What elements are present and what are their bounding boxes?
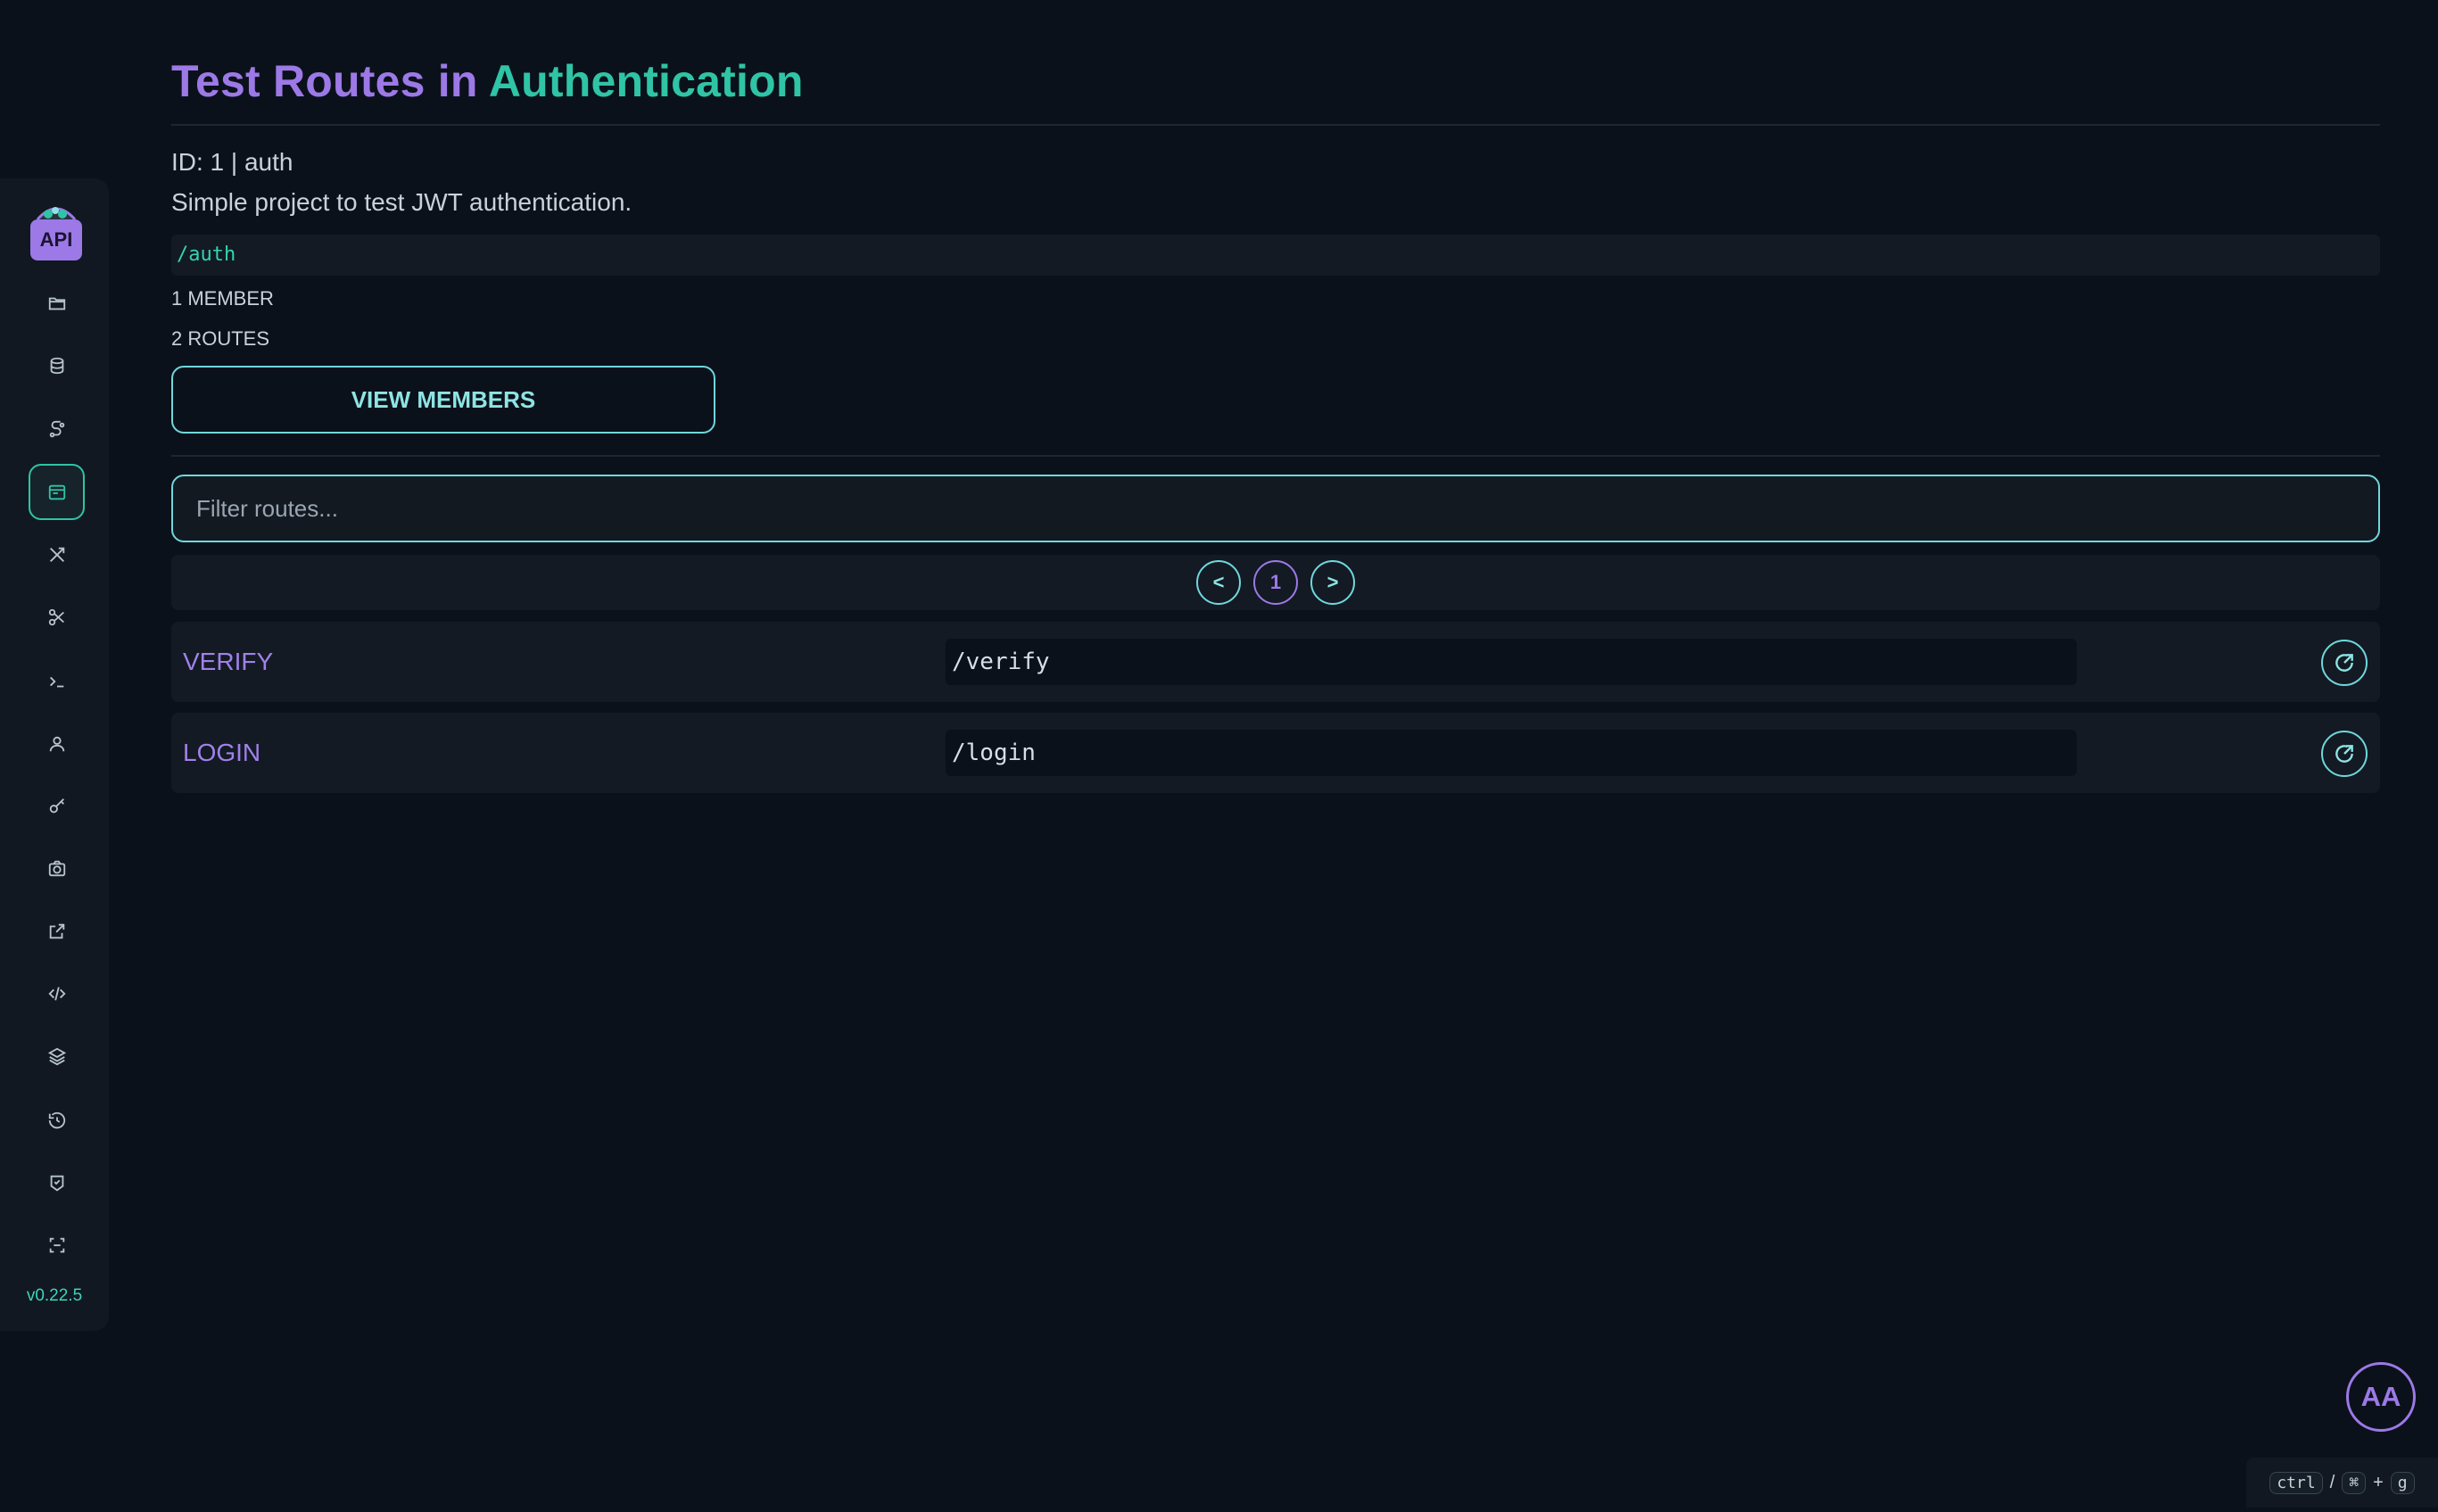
window-icon: [48, 484, 65, 500]
open-route-button[interactable]: [2321, 731, 2368, 777]
route-count: 2 ROUTES: [171, 327, 270, 350]
project-id: ID: 1 | auth: [171, 148, 293, 176]
sidebar-item-scan[interactable]: [29, 1217, 85, 1273]
sidebar-item-routes[interactable]: [29, 401, 85, 458]
folder-icon: [48, 297, 65, 310]
member-count: 1 MEMBER: [171, 287, 274, 310]
code-icon: [47, 986, 66, 1001]
sidebar-item-layers[interactable]: [29, 1028, 85, 1084]
tools-icon: [49, 547, 64, 562]
g-key: g: [2390, 1471, 2415, 1494]
prev-page-button[interactable]: <: [1196, 560, 1241, 605]
sidebar-item-cut[interactable]: [29, 589, 85, 645]
sidebar-item-projects[interactable]: [29, 275, 85, 331]
external-link-icon: [49, 923, 64, 938]
app-logo[interactable]: API: [30, 202, 82, 260]
project-description: Simple project to test JWT authenticatio…: [171, 188, 632, 216]
filter-routes-input[interactable]: [171, 475, 2380, 542]
terminal-icon: [49, 676, 63, 687]
user-icon: [49, 736, 64, 751]
shortcut-separator: /: [2329, 1472, 2335, 1492]
sidebar-item-terminal[interactable]: [29, 653, 85, 709]
route-name: VERIFY: [183, 648, 274, 675]
shortcut-hint: ctrl / ⌘ + g: [2246, 1458, 2438, 1508]
sidebar: API v0.22.5: [0, 178, 109, 1331]
route-path: /verify: [946, 639, 2077, 685]
open-route-icon: [2335, 745, 2353, 763]
view-members-button[interactable]: VIEW MEMBERS: [171, 366, 715, 434]
badge-check-icon: [50, 1175, 63, 1191]
page-title-prefix: Test Routes in: [171, 56, 489, 106]
project-base-path: /auth: [171, 235, 2380, 276]
shortcut-plus: +: [2373, 1472, 2384, 1492]
sidebar-item-snapshots[interactable]: [29, 840, 85, 896]
current-page-button[interactable]: 1: [1253, 560, 1298, 605]
next-page-button[interactable]: >: [1310, 560, 1355, 605]
scissors-icon: [48, 608, 64, 625]
camera-icon: [48, 860, 65, 876]
user-avatar[interactable]: AA: [2346, 1362, 2416, 1432]
page-title: Test Routes in Authentication: [171, 55, 804, 107]
sidebar-item-history[interactable]: [29, 1092, 85, 1148]
sidebar-item-keys[interactable]: [29, 778, 85, 834]
ctrl-key: ctrl: [2269, 1471, 2323, 1494]
logo-text: API: [39, 228, 73, 251]
sidebar-item-database[interactable]: [29, 337, 85, 393]
key-icon: [49, 797, 64, 813]
page-title-project: Authentication: [488, 56, 804, 106]
sidebar-item-external[interactable]: [29, 903, 85, 959]
route-name: LOGIN: [183, 739, 261, 766]
cmd-key: ⌘: [2342, 1471, 2367, 1494]
sidebar-item-test-routes[interactable]: [29, 464, 85, 520]
sidebar-item-badges[interactable]: [29, 1154, 85, 1210]
route-row[interactable]: VERIFY /verify: [171, 622, 2380, 702]
divider: [171, 124, 2380, 126]
pagination: < 1 >: [171, 555, 2380, 610]
route-row[interactable]: LOGIN /login: [171, 713, 2380, 793]
history-icon: [48, 1111, 65, 1128]
sidebar-item-users[interactable]: [29, 715, 85, 772]
layers-icon: [47, 1047, 66, 1065]
route-icon: [49, 420, 64, 437]
sidebar-item-tools[interactable]: [29, 526, 85, 582]
open-route-button[interactable]: [2321, 640, 2368, 686]
database-icon: [50, 357, 63, 374]
scan-icon: [49, 1237, 64, 1252]
sidebar-item-code[interactable]: [29, 965, 85, 1021]
open-route-icon: [2335, 654, 2353, 672]
route-path: /login: [946, 730, 2077, 776]
divider: [171, 455, 2380, 457]
app-version: v0.22.5: [26, 1286, 83, 1305]
